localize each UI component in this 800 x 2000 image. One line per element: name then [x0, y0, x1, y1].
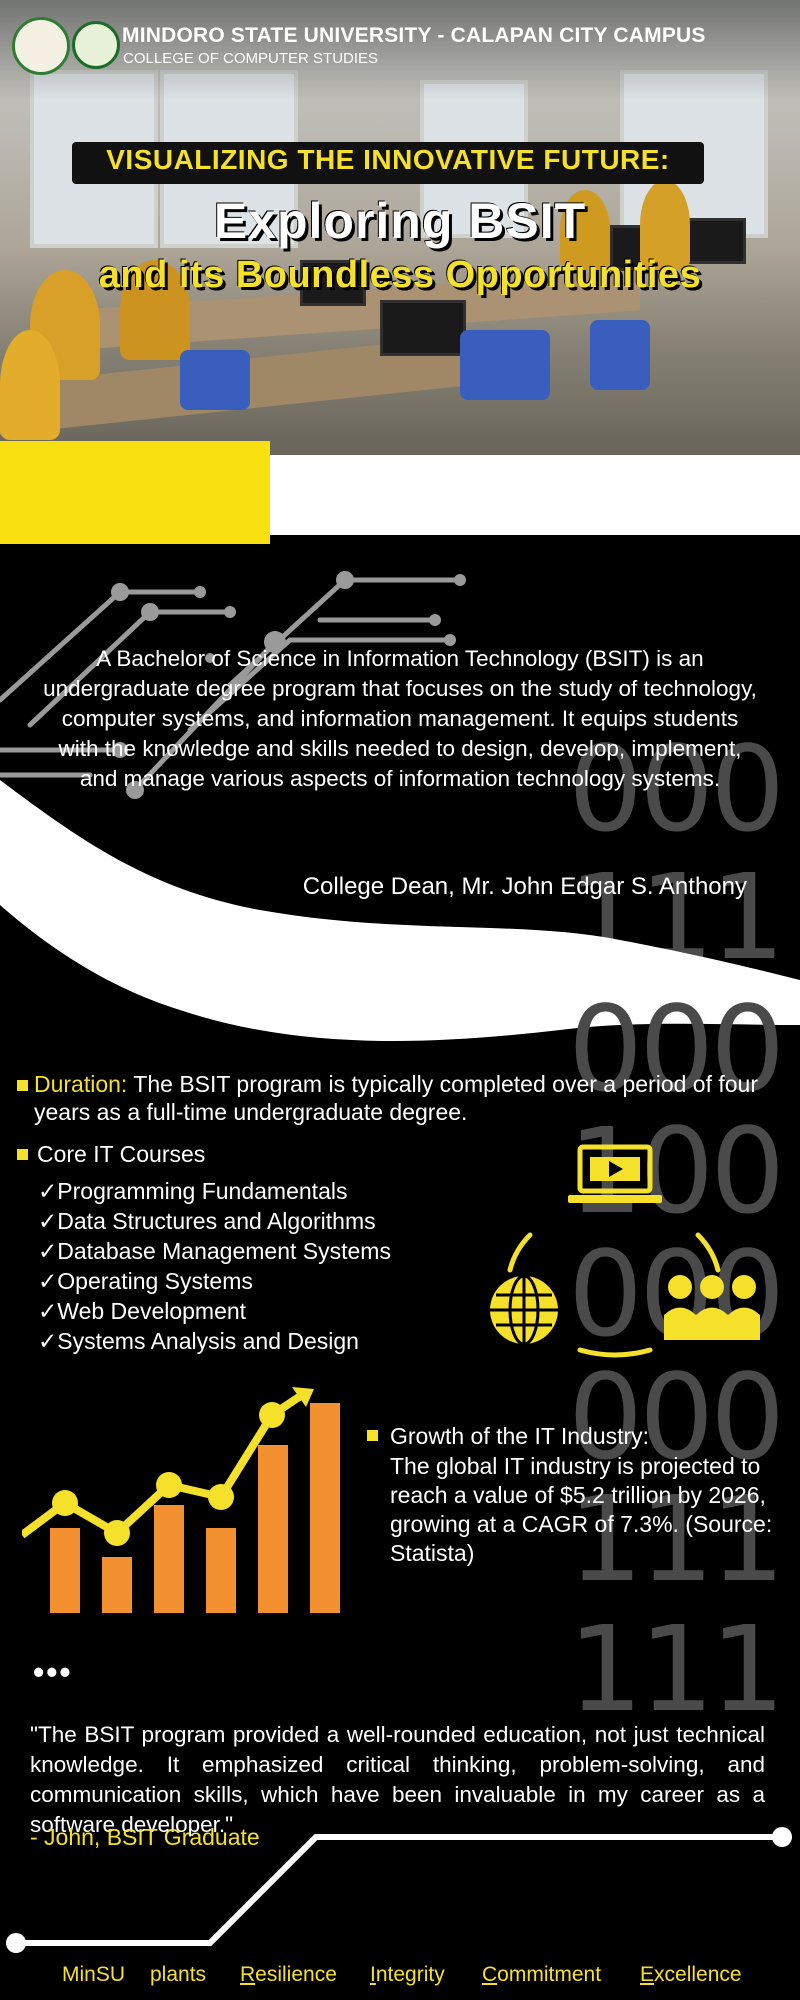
connector-line — [6, 1827, 792, 1953]
yellow-accent-block — [0, 441, 270, 544]
footer-value-resilience: Resilience — [240, 1963, 337, 1987]
list-item: ✓Database Management Systems — [38, 1236, 458, 1266]
growth-chart-icon — [22, 1387, 340, 1613]
course-name: Programming Fundamentals — [57, 1178, 348, 1204]
checkmark-icon: ✓ — [38, 1268, 58, 1294]
course-name: Web Development — [57, 1298, 247, 1324]
checkmark-icon: ✓ — [38, 1298, 58, 1324]
list-item: ✓Operating Systems — [38, 1266, 458, 1296]
checkmark-icon: ✓ — [38, 1208, 58, 1234]
group-icon — [664, 1275, 760, 1340]
footer-word-plants: plants — [150, 1963, 207, 1986]
network-illustration — [490, 1144, 760, 1358]
tagline: VISUALIZING THE INNOVATIVE FUTURE: — [106, 144, 670, 175]
intro-paragraph: A Bachelor of Science in Information Tec… — [43, 646, 757, 791]
university-name: MINDORO STATE UNIVERSITY - CALAPAN CITY … — [122, 24, 706, 47]
value-rest: ntegrity — [375, 1963, 445, 1986]
bullet-square — [17, 1080, 28, 1091]
courses-label: Core IT Courses — [37, 1141, 206, 1167]
headline-line2: and its Boundless Opportunities — [98, 254, 702, 296]
growth-label: Growth of the IT Industry: — [390, 1423, 650, 1449]
checkmark-icon: ✓ — [38, 1238, 58, 1264]
footer-value-integrity: Integrity — [370, 1963, 445, 1987]
dots-icon: ••• — [33, 1654, 73, 1690]
list-item: ✓Systems Analysis and Design — [38, 1326, 458, 1356]
value-initial: E — [640, 1963, 655, 1986]
list-item: ✓Web Development — [38, 1296, 458, 1326]
duration-label: Duration: — [34, 1071, 128, 1097]
duration-text: The BSIT program is typically completed … — [34, 1071, 758, 1125]
university-logo — [12, 17, 70, 75]
headline-line1: Exploring BSIT — [213, 193, 587, 249]
value-rest: ommitment — [497, 1963, 602, 1986]
dean-attribution: College Dean, Mr. John Edgar S. Anthony — [302, 873, 747, 900]
value-initial: R — [240, 1963, 256, 1986]
footer-value-commitment: Commitment — [482, 1963, 601, 1987]
value-rest: xcellence — [654, 1963, 742, 1986]
bullet-square — [367, 1430, 378, 1441]
checkmark-icon: ✓ — [38, 1178, 58, 1204]
value-rest: esilience — [255, 1963, 337, 1986]
course-name: Systems Analysis and Design — [57, 1328, 359, 1354]
course-name: Database Management Systems — [57, 1238, 391, 1264]
binary-digit-decor: 111 — [568, 1600, 785, 1738]
list-item: ✓Programming Fundamentals — [38, 1176, 458, 1206]
list-item: ✓Data Structures and Algorithms — [38, 1206, 458, 1236]
laptop-play-icon — [568, 1144, 662, 1203]
course-name: Operating Systems — [57, 1268, 253, 1294]
bullet-square — [17, 1149, 28, 1160]
college-name: COLLEGE OF COMPUTER STUDIES — [123, 50, 379, 67]
globe-icon — [490, 1274, 558, 1346]
value-initial: C — [482, 1963, 498, 1986]
course-name: Data Structures and Algorithms — [57, 1208, 376, 1234]
duration-section: Duration: The BSIT program is typically … — [34, 1070, 774, 1126]
course-list: ✓Programming Fundamentals ✓Data Structur… — [38, 1176, 458, 1356]
footer-word-minsu: MinSU — [62, 1963, 126, 1986]
footer-value-excellence: Excellence — [640, 1963, 742, 1987]
college-logo — [72, 21, 120, 69]
checkmark-icon: ✓ — [38, 1328, 58, 1354]
growth-text: The global IT industry is projected to r… — [390, 1453, 773, 1566]
